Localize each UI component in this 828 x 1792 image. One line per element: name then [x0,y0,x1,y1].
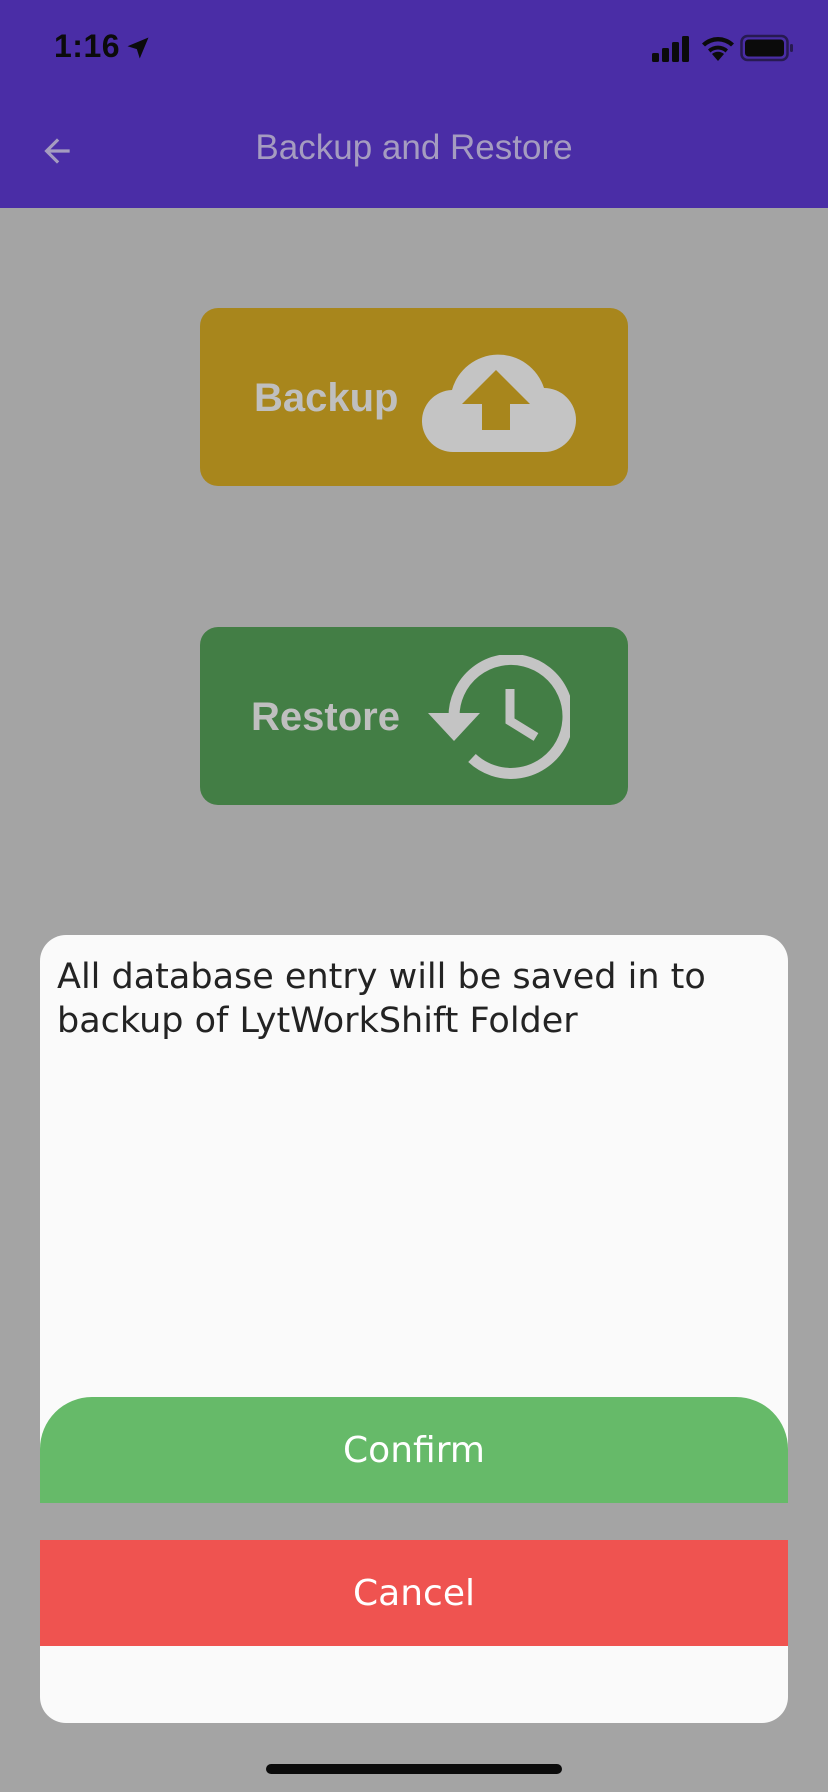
restore-button[interactable]: Restore [200,627,628,805]
home-indicator[interactable] [266,1764,562,1774]
cloud-upload-icon [421,354,576,453]
confirm-label: Confirm [343,1429,485,1471]
backup-label: Backup [254,376,399,420]
button-divider [40,1503,788,1540]
app-bar: 1:16 Backup and Restore [0,0,828,208]
status-time: 1:16 [54,28,121,64]
confirm-button[interactable]: Confirm [40,1397,788,1503]
restore-label: Restore [251,695,400,739]
backup-button[interactable]: Backup [200,308,628,486]
history-restore-icon [428,655,570,779]
battery-icon [740,34,793,62]
page-title: Backup and Restore [255,128,573,167]
wifi-icon [702,37,734,61]
screen: 1:16 Backup and Restore Backup Restore A… [0,0,828,1792]
location-arrow-icon [127,37,149,59]
dialog-message: All database entry will be saved in to b… [57,957,706,1041]
cancel-label: Cancel [353,1572,475,1614]
cancel-button[interactable]: Cancel [40,1540,788,1646]
cellular-signal-icon [652,36,689,62]
confirm-dialog: All database entry will be saved in to b… [40,935,788,1723]
